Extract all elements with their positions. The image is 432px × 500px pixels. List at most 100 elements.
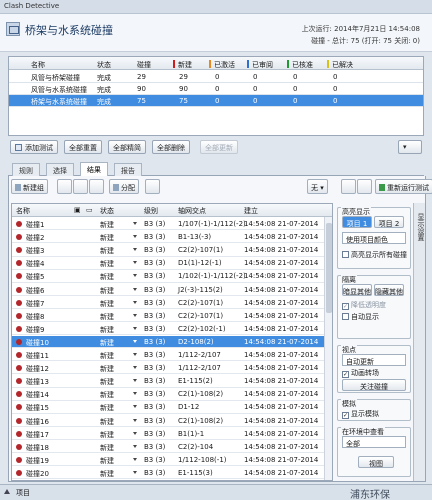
refresh-icon[interactable] [341,179,356,194]
status-dropdown-icon[interactable] [133,366,137,370]
col-status[interactable]: 状态 [100,206,114,216]
clash-cell[interactable]: 新建 [100,417,114,427]
status-dropdown-icon[interactable] [133,457,137,461]
clash-row[interactable]: 碰撞6 新建 B3 (3) J2(-3)-115(2) 14:54:08 21-07-2… [12,284,332,296]
status-dropdown-icon[interactable] [133,379,137,383]
clash-cell[interactable]: 新建 [100,443,114,453]
view-button[interactable]: 视图 [358,456,394,468]
status-dropdown-icon[interactable] [133,353,137,356]
status-dropdown-icon[interactable] [133,261,137,265]
status-dropdown-icon[interactable] [133,248,137,252]
filter-icon[interactable] [89,179,104,194]
scrollbar-thumb[interactable] [326,223,332,313]
clash-cell[interactable]: 新建 [100,338,114,348]
clash-cell[interactable]: 新建 [100,377,114,387]
col-status[interactable]: 状态 [97,60,111,70]
show-simulation-checkbox[interactable]: ✓ 显示模拟 [342,409,379,419]
clash-row[interactable]: 碰撞5 新建 B3 (3) 1/102(-1)-1/112(-2) 14:54:08 2… [12,270,332,283]
status-dropdown-icon[interactable] [133,339,137,343]
clash-cell[interactable]: 新建 [100,286,114,296]
ungroup-icon[interactable] [73,179,88,194]
assign-button[interactable]: 分配 [109,179,139,194]
tab-rules[interactable]: 规则 [12,163,40,176]
col-reviewed[interactable]: 已审阅 [247,60,273,70]
status-dropdown-icon[interactable] [133,313,137,317]
clash-row[interactable]: 碰撞16 新建 B3 (3) C2(1)-108(2) 14:54:08 21-07-2… [12,415,332,427]
display-settings-rail[interactable]: 显示设置 [413,203,425,481]
compact-all-button[interactable]: 全部精简 [108,140,146,154]
clash-cell[interactable]: 新建 [100,430,114,440]
status-dropdown-icon[interactable] [133,300,137,304]
clash-row[interactable]: 碰撞9 新建 B3 (3) C2(2)-102(-1) 14:54:08 21-07-2… [12,323,332,336]
clash-row[interactable]: 碰撞14 新建 B3 (3) C2(1)-108(2) 14:54:08 21-07-2… [12,388,332,401]
rerun-test-button[interactable]: 重新运行测试 [375,179,432,194]
reset-all-button[interactable]: 全部重置 [64,140,102,154]
clash-row[interactable]: 碰撞15 新建 B3 (3) D1-12 14:54:08 21-07-2014 [12,401,332,414]
item1-toggle[interactable]: 项目 1 [342,216,372,228]
clash-row[interactable]: 碰撞20 新建 B3 (3) E1-115(3) 14:54:08 21-07-2014 [12,467,332,480]
clash-cell[interactable]: 新建 [100,259,114,269]
status-dropdown-icon[interactable] [133,326,137,330]
viewpoint-select[interactable]: 自动更新 [342,354,406,366]
update-all-button[interactable]: 全部更新 [200,140,238,154]
highlight-color-select[interactable]: 使用项目颜色 [342,232,406,244]
clash-row[interactable]: 碰撞2 新建 B3 (3) B1-13(-3) 14:54:08 21-07-2014 [12,231,332,244]
add-test-button[interactable]: 添加测试 [10,140,58,154]
clash-cell[interactable]: 新建 [100,364,114,374]
delete-all-button[interactable]: 全部删除 [152,140,190,154]
auto-show-checkbox[interactable]: 自动显示 [342,312,379,322]
clash-row[interactable]: 碰撞8 新建 B3 (3) C2(2)-107(1) 14:54:08 21-07-20… [12,310,332,323]
highlight-all-checkbox[interactable]: 高亮显示所有碰撞 [342,250,407,260]
col-active[interactable]: 已激活 [209,60,235,70]
test-row-selected[interactable]: 桥架与水系统碰撞 完成 75 75 0 0 0 0 [9,95,423,107]
new-group-button[interactable]: 新建组 [11,179,48,194]
clash-cell[interactable]: 新建 [100,390,114,400]
comment-col-icon[interactable]: ▭ [86,206,93,214]
clash-row[interactable]: 碰撞7 新建 B3 (3) C2(2)-107(1) 14:54:08 21-07-20… [12,297,332,309]
tab-selection[interactable]: 选择 [46,163,74,176]
clash-row[interactable]: 碰撞18 新建 B3 (3) C2(2)-104 14:54:08 21-07-2014 [12,441,332,454]
item2-toggle[interactable]: 项目 2 [374,216,404,228]
clash-row[interactable]: 碰撞3 新建 B3 (3) C2(2)-107(1) 14:54:08 21-07-20… [12,244,332,257]
expand-up-icon[interactable] [4,489,10,494]
filter-none-dropdown[interactable]: 无 ▾ [307,179,328,194]
status-dropdown-icon[interactable] [133,222,137,225]
clash-cell[interactable]: 新建 [100,403,114,413]
export-icon[interactable]: ▾ [398,140,422,154]
results-scrollbar[interactable] [324,217,332,480]
animate-checkbox[interactable]: ✓ 动画转场 [342,368,379,378]
clash-cell[interactable]: 新建 [100,220,114,230]
clash-row[interactable]: 碰撞17 新建 B3 (3) B1(1)-1 14:54:08 21-07-2014 [12,428,332,440]
status-dropdown-icon[interactable] [133,405,137,409]
comment-icon[interactable] [145,179,160,194]
col-created[interactable]: 建立 [244,206,258,216]
clash-row[interactable]: 碰撞1 新建 B3 (3) 1/107(-1)-1/112(-2) 14:54:08 2… [12,218,332,231]
status-dropdown-icon[interactable] [133,287,137,291]
status-dropdown-icon[interactable] [133,470,137,474]
col-name[interactable]: 名称 [31,60,45,70]
tab-results[interactable]: 结果 [80,162,108,177]
image-col-icon[interactable]: ▣ [74,206,81,214]
context-select[interactable]: 全部 [342,436,406,448]
tab-report[interactable]: 报告 [114,163,142,176]
status-dropdown-icon[interactable] [133,431,137,435]
clash-row[interactable]: 碰撞19 新建 B3 (3) 1/112-108(-1) 14:54:08 21-07-… [12,454,332,467]
clash-cell[interactable]: 新建 [100,272,114,282]
clash-cell[interactable]: 新建 [100,246,114,256]
status-dropdown-icon[interactable] [133,235,137,239]
col-clashes[interactable]: 碰撞 [137,60,151,70]
clash-cell[interactable]: 新建 [100,456,114,466]
hide-others-button[interactable]: 隐藏其他 [374,284,404,296]
col-name[interactable]: 名称 [16,206,30,216]
clash-row[interactable]: 碰撞11 新建 B3 (3) 1/112-2/107 14:54:08 21-07-20… [12,349,332,362]
clash-row[interactable]: 碰撞13 新建 B3 (3) E1-115(2) 14:54:08 21-07-2014 [12,375,332,388]
clash-row[interactable]: 碰撞12 新建 B3 (3) 1/112-2/107 14:54:08 21-07-20… [12,362,332,375]
col-level[interactable]: 级别 [144,206,158,216]
test-row[interactable]: 风管与水系统碰撞 完成 90 90 0 0 0 0 [9,83,423,95]
clash-cell[interactable]: 新建 [100,325,114,335]
status-dropdown-icon[interactable] [133,444,137,448]
group-icon[interactable] [57,179,72,194]
col-resolved[interactable]: 已解决 [327,60,353,70]
clash-cell[interactable]: 新建 [100,233,114,243]
clash-cell[interactable]: 新建 [100,469,114,479]
